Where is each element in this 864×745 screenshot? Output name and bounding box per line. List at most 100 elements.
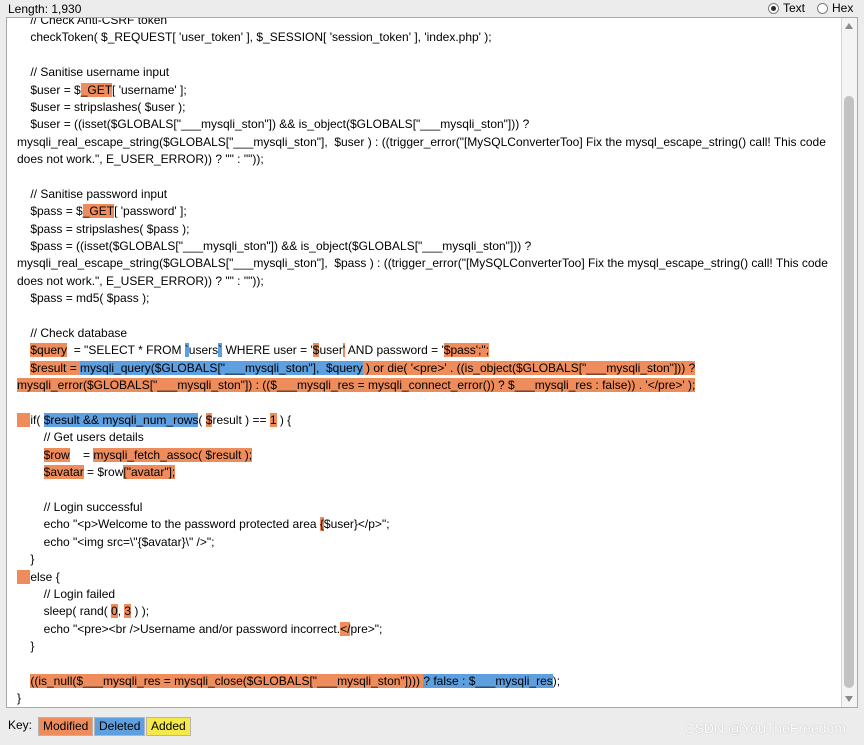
code-diff-panel[interactable]: // Check Anti-CSRF token checkToken( $_R… — [6, 17, 858, 708]
code-line: $pass = md5( $pass ); — [17, 290, 832, 307]
code-text: = $row — [83, 465, 124, 480]
code-text: $user = $ — [17, 82, 81, 97]
code-text: [ 'username' ]; — [112, 82, 187, 97]
code-line: else { — [17, 569, 832, 586]
modified-segment: _GET — [80, 82, 113, 97]
code-line: mysqli_error($GLOBALS["___mysqli_ston"])… — [17, 377, 832, 394]
code-line: } — [17, 638, 832, 655]
radio-unselected-icon[interactable] — [817, 2, 828, 14]
code-text: pre>"; — [350, 621, 383, 636]
modified-segment: $row — [43, 447, 70, 462]
code-text: does not work.", E_USER_ERROR)) ? "" : "… — [17, 273, 264, 288]
code-line: echo "<pre><br />Username and/or passwor… — [17, 621, 832, 638]
legend-bar: Key: Modified Deleted Added CSDN @YouThe… — [0, 710, 864, 745]
code-line: // Login failed — [17, 586, 832, 603]
code-text: does not work.", E_USER_ERROR)) ? "" : "… — [17, 152, 264, 167]
code-text: ( — [198, 412, 206, 427]
code-text: $user}</p>"; — [323, 517, 390, 532]
code-text: ) ); — [131, 604, 150, 619]
code-line: $user = $_GET[ 'username' ]; — [17, 82, 832, 99]
deleted-segment: $result && mysqli_num_rows — [43, 412, 199, 427]
code-text: = — [69, 447, 94, 462]
code-text: } — [17, 552, 35, 567]
code-line: does not work.", E_USER_ERROR)) ? "" : "… — [17, 273, 832, 290]
code-text: user — [319, 343, 343, 358]
code-text: $pass = md5( $pass ); — [17, 291, 150, 306]
code-line: // Sanitise password input — [17, 186, 832, 203]
code-line: $user = ((isset($GLOBALS["___mysqli_ston… — [17, 116, 832, 133]
code-line: // Login successful — [17, 499, 832, 516]
code-text: echo "<p>Welcome to the password protect… — [17, 517, 320, 532]
code-line: ((is_null($___mysqli_res = mysqli_close(… — [17, 673, 832, 690]
top-bar: Length: 1,930 Text Hex — [0, 0, 864, 17]
code-text: $pass = stripslashes( $pass ); — [17, 221, 190, 236]
code-line: mysqli_real_escape_string($GLOBALS["___m… — [17, 255, 832, 272]
text-option-label: Text — [783, 1, 806, 15]
code-text: } — [17, 639, 35, 654]
modified-segment: mysqli_error($GLOBALS["___mysqli_ston"])… — [17, 378, 696, 393]
radio-selected-icon[interactable] — [768, 2, 779, 14]
code-line: sleep( rand( 0, 3 ) ); — [17, 603, 832, 620]
code-text: echo "<pre><br />Username and/or passwor… — [17, 621, 341, 636]
code-text: $user = ((isset($GLOBALS["___mysqli_ston… — [17, 117, 530, 132]
code-line: // Check Anti-CSRF token — [17, 17, 832, 29]
code-text: // Check Anti-CSRF token — [17, 17, 168, 27]
code-text: // Sanitise password input — [17, 186, 168, 201]
modified-segment: </ — [340, 621, 351, 636]
code-text: $pass = ((isset($GLOBALS["___mysqli_ston… — [17, 239, 532, 254]
code-line: $avatar = $row["avatar"]; — [17, 464, 832, 481]
modified-segment: $pass';"; — [443, 343, 490, 358]
modified-segment: ) or die( '<pre>' . ((is_object($GLOBALS… — [362, 360, 696, 375]
code-text: ) { — [276, 412, 292, 427]
deleted-segment: mysqli_query($GLOBALS["___mysqli_ston"],… — [80, 360, 363, 375]
code-text: echo "<img src=\"{$avatar}\" />"; — [17, 534, 215, 549]
modified-segment: ["avatar"]; — [123, 465, 176, 480]
code-line: $user = stripslashes( $user ); — [17, 99, 832, 116]
code-text: // Login failed — [17, 586, 116, 601]
key-deleted: Deleted — [94, 717, 146, 736]
code-text: result ) == — [212, 412, 270, 427]
modified-segment: mysqli_fetch_assoc( $result ); — [93, 447, 253, 462]
vertical-scrollbar[interactable] — [841, 18, 857, 707]
code-line: does not work.", E_USER_ERROR)) ? "" : "… — [17, 151, 832, 168]
code-line: $result = mysqli_query($GLOBALS["___mysq… — [17, 360, 832, 377]
text-radio-option[interactable]: Text — [768, 1, 805, 15]
modified-segment: $query — [30, 343, 68, 358]
key-added: Added — [146, 717, 191, 736]
code-line: checkToken( $_REQUEST[ 'user_token' ], $… — [17, 29, 832, 46]
code-line: if( $result && mysqli_num_rows( $result … — [17, 412, 832, 429]
modified-segment — [17, 569, 31, 584]
scroll-up-icon[interactable] — [845, 23, 853, 29]
hex-radio-option[interactable]: Hex — [817, 1, 853, 15]
code-text: sleep( rand( — [17, 604, 112, 619]
code-text: = "SELECT * FROM — [67, 343, 185, 358]
code-line: echo "<p>Welcome to the password protect… — [17, 516, 832, 533]
code-text: ); — [552, 673, 561, 688]
code-line: } — [17, 551, 832, 568]
code-text: AND password = ' — [345, 343, 444, 358]
code-text: users — [188, 343, 219, 358]
code-text: // Sanitise username input — [17, 65, 170, 80]
scrollbar-thumb[interactable] — [844, 96, 854, 688]
code-content: // Check Anti-CSRF token checkToken( $_R… — [17, 17, 832, 707]
modified-segment: 1 — [269, 412, 277, 427]
code-text: WHERE user = ' — [222, 343, 313, 358]
code-line: $pass = $_GET[ 'password' ]; — [17, 203, 832, 220]
code-line: mysqli_real_escape_string($GLOBALS["___m… — [17, 134, 832, 151]
modified-segment: _GET — [82, 204, 115, 219]
code-line: $row = mysqli_fetch_assoc( $result ); — [17, 447, 832, 464]
code-text: // Get users details — [17, 430, 144, 445]
modified-segment: $avatar — [43, 465, 84, 480]
code-text: checkToken( $_REQUEST[ 'user_token' ], $… — [17, 30, 492, 45]
scroll-down-icon[interactable] — [845, 696, 853, 702]
